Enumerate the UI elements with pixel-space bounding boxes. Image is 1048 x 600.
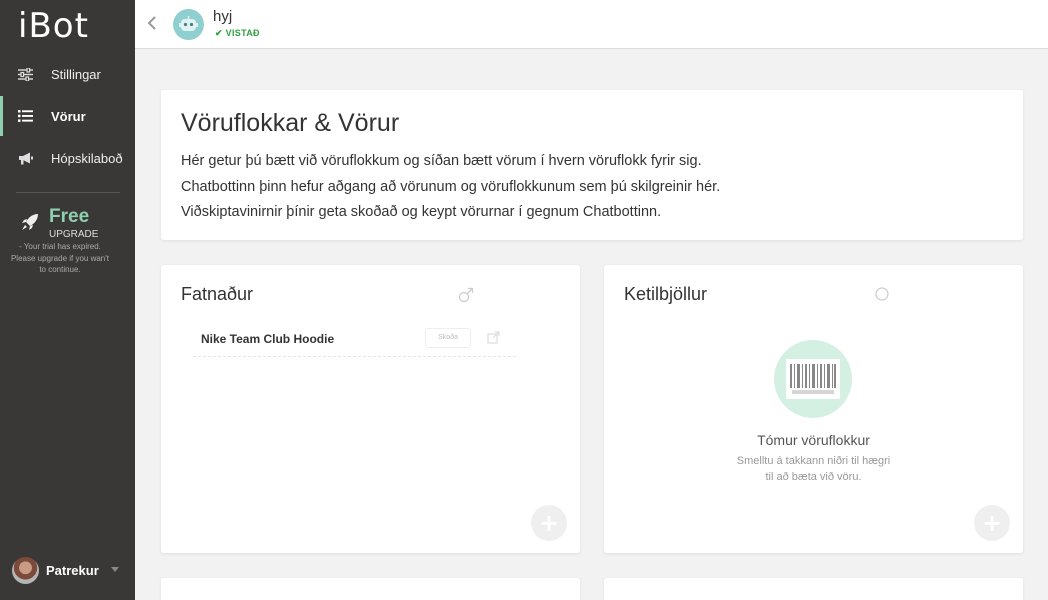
intro-line: Chatbottinn þinn hefur aðgang að vörunum… [181, 179, 721, 195]
sidebar-item-vorur[interactable]: Vörur [0, 96, 135, 136]
top-header: hyj ✔ VISTAÐ [135, 0, 1048, 49]
megaphone-icon [17, 150, 33, 166]
add-product-button[interactable]: + [531, 505, 567, 541]
plus-icon: + [538, 509, 560, 537]
saved-status: ✔ VISTAÐ [215, 28, 260, 39]
category-card [604, 578, 1023, 600]
external-link-icon[interactable] [487, 331, 500, 349]
caret-down-icon [111, 567, 119, 572]
list-item[interactable]: Nike Team Club Hoodie Skoða [193, 325, 516, 357]
category-card: Ketilbjöllur Tómur vöruflokkur Smelltu á… [604, 265, 1023, 553]
list-icon [17, 108, 33, 124]
page-title: Vöruflokkar & Vörur [181, 109, 400, 137]
sidebar-divider [16, 192, 120, 193]
app-logo[interactable]: iBot [18, 6, 89, 46]
empty-title: Tómur vöruflokkur [757, 432, 870, 448]
sidebar-item-hopskilabod[interactable]: Hópskilaboð [0, 138, 135, 178]
avatar [12, 557, 39, 584]
user-menu[interactable]: Patrekur [12, 557, 132, 585]
trial-note: - Your trial has expired. Please upgrade… [10, 242, 110, 274]
bot-name: hyj [213, 8, 233, 25]
view-button[interactable]: Skoða [425, 328, 471, 348]
chevron-left-icon[interactable] [147, 15, 157, 36]
sidebar-item-stillingar[interactable]: Stillingar [0, 54, 135, 94]
category-card: Fatnaður Nike Team Club Hoodie Skoða + [161, 265, 580, 553]
check-icon: ✔ [215, 28, 223, 38]
empty-hint: Smelltu á takkann niðri til hægri [736, 455, 891, 467]
barcode-icon [774, 340, 852, 418]
rocket-icon [21, 213, 39, 236]
upgrade-link[interactable]: UPGRADE [49, 229, 98, 240]
sidebar-item-label: Hópskilaboð [51, 150, 123, 166]
intro-card: Vöruflokkar & Vörur Hér getur þú bætt vi… [161, 90, 1023, 240]
bot-avatar [173, 9, 204, 40]
intro-line: Hér getur þú bætt við vöruflokkum og síð… [181, 153, 702, 169]
sliders-icon [17, 66, 33, 82]
category-title: Fatnaður [181, 284, 254, 304]
category-card [161, 578, 580, 600]
product-name: Nike Team Club Hoodie [201, 332, 335, 346]
sidebar-item-label: Stillingar [51, 66, 101, 82]
robot-icon [179, 16, 198, 31]
plus-icon: + [981, 509, 1003, 537]
empty-hint: til að bæta við vöru. [765, 471, 862, 483]
sidebar: iBot Stillingar Vörur Hópskilaboð Free U… [0, 0, 135, 600]
sidebar-item-label: Vörur [51, 108, 86, 124]
saved-status-label: VISTAÐ [225, 28, 260, 38]
user-name: Patrekur [46, 563, 99, 578]
circle-icon[interactable] [875, 287, 889, 306]
category-title: Ketilbjöllur [624, 284, 708, 304]
plan-name: Free [49, 206, 90, 227]
intro-line: Viðskiptavinirnir þínir geta skoðað og k… [181, 204, 662, 220]
male-icon[interactable] [458, 287, 474, 308]
add-product-button[interactable]: + [974, 505, 1010, 541]
